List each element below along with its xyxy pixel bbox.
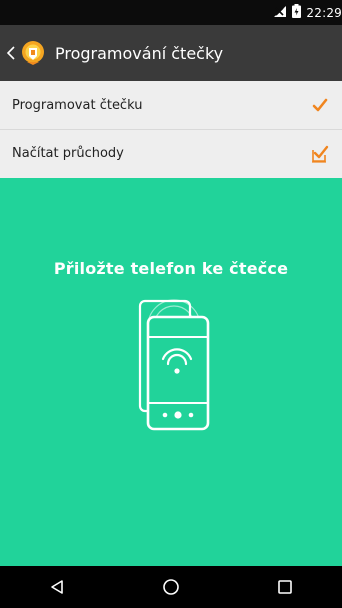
system-nav-bar [0,566,342,608]
recents-square-icon[interactable] [265,567,305,607]
phone-nfc-icon [134,291,214,431]
status-bar: 22:29 [0,0,342,25]
no-sim-icon [273,3,287,22]
checkbox-check-icon [310,144,330,164]
back-chevron-icon[interactable] [4,46,18,60]
main-panel: Přiložte telefon ke čtečce [0,178,342,566]
mode-list: Programovat čtečku Načítat průchody [0,81,342,178]
list-item-program-reader[interactable]: Programovat čtečku [0,81,342,129]
list-item-label: Programovat čtečku [12,97,143,113]
battery-icon [292,3,302,22]
list-item-load-passages[interactable]: Načítat průchody [0,129,342,177]
list-item-label: Načítat průchody [12,146,124,161]
back-triangle-icon[interactable] [37,567,77,607]
status-icons: 22:29 [273,4,342,21]
app-logo-icon[interactable] [20,40,46,66]
page-title: Programování čtečky [55,43,224,63]
app-bar: Programování čtečky [0,25,342,81]
checkmark-icon [310,95,330,115]
nfc-prompt: Přiložte telefon ke čtečce [53,259,289,278]
status-time: 22:29 [306,5,342,20]
home-circle-icon[interactable] [151,567,191,607]
